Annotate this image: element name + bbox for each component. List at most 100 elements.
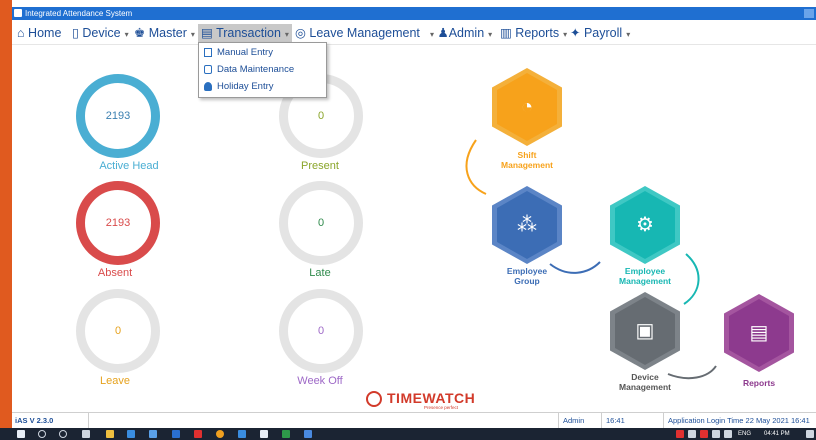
device-management-label: Device Management — [619, 372, 671, 392]
chevron-down-icon: ▾ — [626, 30, 631, 39]
employee-group-label: Employee Group — [506, 266, 548, 286]
tray-monitor-icon[interactable] — [712, 430, 720, 438]
search-icon[interactable] — [38, 430, 46, 438]
app-red-icon[interactable] — [194, 430, 202, 438]
menu-payroll-label: Payroll — [583, 26, 623, 40]
workflow-diagram: ◔ Shift Management ⁂ Employee Group ⚙ Empl… — [458, 56, 816, 396]
menu-item-holiday-entry[interactable]: Holiday Entry — [199, 78, 326, 95]
chevron-down-icon: ▾ — [488, 30, 493, 39]
menu-reports[interactable]: ▥ Reports ▾ — [500, 24, 567, 42]
menu-device[interactable]: ▯ Device ▾ — [72, 24, 129, 42]
reports-label: Reports — [742, 378, 776, 388]
device-icon: ▯ — [72, 26, 79, 40]
version-text: iAS V 2.3.0 — [15, 416, 54, 425]
data-maintenance-label: Data Maintenance — [217, 64, 295, 75]
late-value: 0 — [317, 217, 325, 229]
chevron-down-icon: ▾ — [430, 30, 435, 39]
menu-master-label: Master — [148, 26, 187, 40]
master-icon: ♚ — [134, 26, 146, 40]
app-taskbar-icon[interactable] — [149, 430, 157, 438]
app-window: Integrated Attendance System ⌂ Home ▯ De… — [12, 0, 816, 429]
menu-home[interactable]: ⌂ Home — [17, 24, 61, 42]
language-indicator[interactable]: ENG — [738, 428, 751, 440]
window-control-icon[interactable] — [804, 9, 814, 18]
chevron-down-icon: ▾ — [124, 30, 129, 39]
chevron-down-icon: ▾ — [284, 30, 289, 39]
menu-item-data-maintenance[interactable]: Data Maintenance — [199, 61, 326, 78]
home-icon: ⌂ — [17, 26, 25, 40]
manual-entry-icon — [204, 48, 212, 57]
background-edge — [0, 0, 12, 440]
excel-icon[interactable] — [282, 430, 290, 438]
attendance-app-icon[interactable] — [172, 430, 180, 438]
status-login-time: Application Login Time 22 May 2021 16:41 — [663, 413, 816, 429]
mail-icon[interactable] — [238, 430, 246, 438]
brand-tagline: Presence perfect — [424, 405, 459, 410]
absent-value: 2193 — [105, 217, 131, 229]
task-view-icon[interactable] — [82, 430, 90, 438]
tray-security-icon[interactable] — [700, 430, 708, 438]
app-blue-icon[interactable] — [304, 430, 312, 438]
brand-name: TIMEWATCH — [387, 390, 476, 406]
notifications-icon[interactable] — [806, 430, 814, 438]
present-label: Present — [301, 160, 339, 172]
taskbar-clock[interactable]: 04:41 PM — [764, 428, 790, 440]
leave-value: 0 — [114, 325, 122, 337]
active-head-label: Active Head — [99, 160, 159, 172]
window-title: Integrated Attendance System — [25, 9, 133, 18]
menu-master[interactable]: ♚ Master ▾ — [134, 24, 195, 42]
absent-ring[interactable]: 2193 — [76, 181, 160, 265]
admin-icon: ♟ — [437, 26, 449, 40]
menu-payroll[interactable]: ✦ Payroll ▾ — [570, 24, 630, 42]
status-bar: iAS V 2.3.0 Admin 16:41 Application Logi… — [12, 412, 816, 429]
late-ring[interactable]: 0 — [279, 181, 363, 265]
volume-icon[interactable] — [724, 430, 732, 438]
chevron-down-icon: ▾ — [563, 30, 568, 39]
week-off-ring[interactable]: 0 — [279, 289, 363, 373]
late-label: Late — [309, 267, 331, 279]
active-head-ring[interactable]: 2193 — [76, 74, 160, 158]
manual-entry-label: Manual Entry — [217, 47, 273, 58]
tray-app-icon[interactable] — [676, 430, 684, 438]
payroll-icon: ✦ — [570, 26, 581, 40]
menu-home-label: Home — [28, 26, 62, 40]
chevron-down-icon: ▾ — [190, 30, 195, 39]
title-bar: Integrated Attendance System — [12, 7, 816, 20]
menu-leave-label: Leave Management — [309, 26, 420, 40]
menu-transaction-label: Transaction — [216, 26, 281, 40]
shift-management-label: Shift Management — [501, 150, 553, 170]
timewatch-logo: TIMEWATCH Presence perfect — [366, 390, 486, 412]
transaction-icon: ▤ — [201, 26, 213, 40]
leave-label: Leave — [100, 375, 130, 387]
store-icon[interactable] — [127, 430, 135, 438]
status-time: 16:41 — [601, 413, 658, 429]
active-head-value: 2193 — [105, 110, 131, 122]
absent-label: Absent — [97, 267, 133, 279]
app-white-icon[interactable] — [260, 430, 268, 438]
holiday-entry-label: Holiday Entry — [217, 81, 274, 92]
status-spacer — [88, 413, 553, 429]
app-icon — [14, 9, 22, 17]
menu-reports-label: Reports — [515, 26, 560, 40]
menu-transaction[interactable]: ▤ Transaction ▾ — [198, 24, 292, 42]
week-off-value: 0 — [317, 325, 325, 337]
menu-bar: ⌂ Home ▯ Device ▾ ♚ Master ▾ ▤ Transaction… — [12, 22, 816, 45]
menu-device-label: Device — [82, 26, 121, 40]
week-off-label: Week Off — [297, 375, 343, 387]
leave-ring[interactable]: 0 — [76, 289, 160, 373]
chrome-icon[interactable] — [216, 430, 224, 438]
holiday-entry-icon — [204, 82, 212, 91]
data-maintenance-icon — [204, 65, 212, 74]
cortana-icon[interactable] — [59, 430, 67, 438]
menu-admin-label: Admin — [448, 26, 485, 40]
file-explorer-icon[interactable] — [106, 430, 114, 438]
menu-admin[interactable]: ▾ ♟Admin ▾ — [426, 24, 492, 42]
transaction-dropdown: Manual Entry Data Maintenance Holiday En… — [198, 42, 327, 98]
menu-leave-management[interactable]: ◎ Leave Management — [295, 24, 420, 42]
clock-icon — [366, 391, 382, 407]
leave-icon: ◎ — [295, 26, 306, 40]
start-icon[interactable] — [17, 430, 25, 438]
tray-network-icon[interactable] — [688, 430, 696, 438]
status-user: Admin — [558, 413, 601, 429]
menu-item-manual-entry[interactable]: Manual Entry — [199, 44, 326, 61]
